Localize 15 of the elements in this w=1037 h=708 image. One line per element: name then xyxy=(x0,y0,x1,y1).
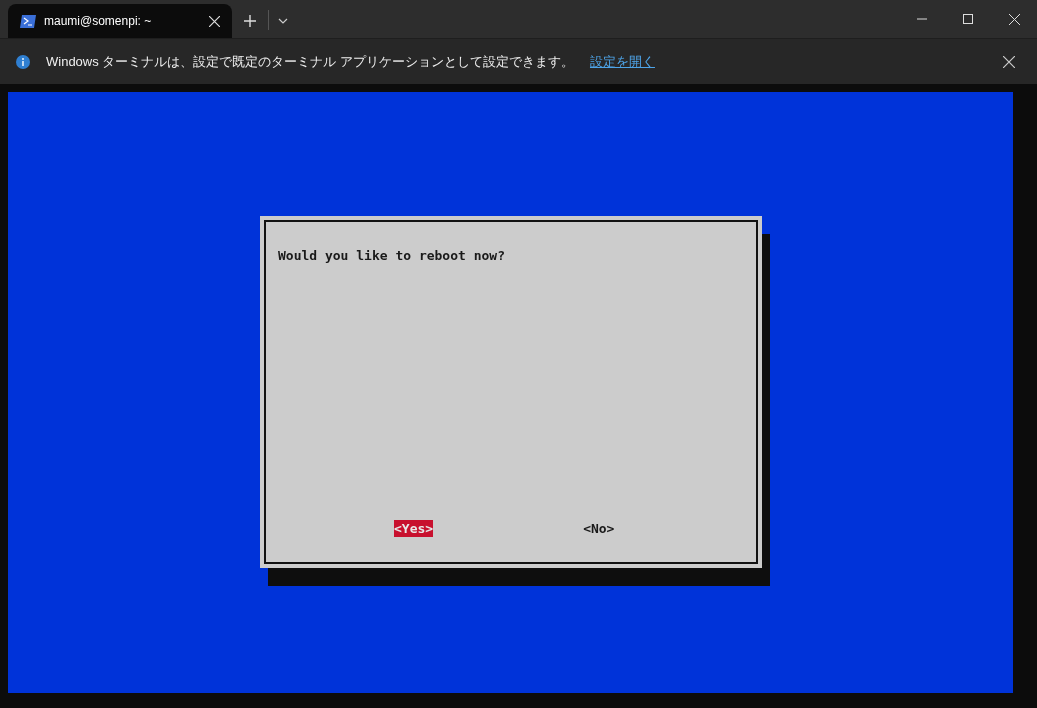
close-icon xyxy=(1008,13,1020,25)
info-message: Windows ターミナルは、設定で既定のターミナル アプリケーションとして設定できます。 xyxy=(46,52,574,71)
terminal-icon xyxy=(20,14,36,28)
info-icon xyxy=(16,54,30,69)
dialog-button[interactable]: <No> xyxy=(583,520,615,537)
plus-icon xyxy=(243,14,257,28)
tab[interactable]: maumi@somenpi: ~ xyxy=(8,4,232,38)
dialog-button[interactable]: <Yes> xyxy=(394,520,434,537)
open-settings-link[interactable]: 設定を開く xyxy=(589,51,655,72)
close-icon xyxy=(1003,55,1015,68)
maximize-icon xyxy=(963,14,973,24)
chevron-down-icon xyxy=(278,18,288,24)
dialog-message: Would you like to reboot now? xyxy=(278,247,506,265)
close-tab-icon[interactable] xyxy=(209,15,220,27)
minimize-icon xyxy=(917,18,927,20)
